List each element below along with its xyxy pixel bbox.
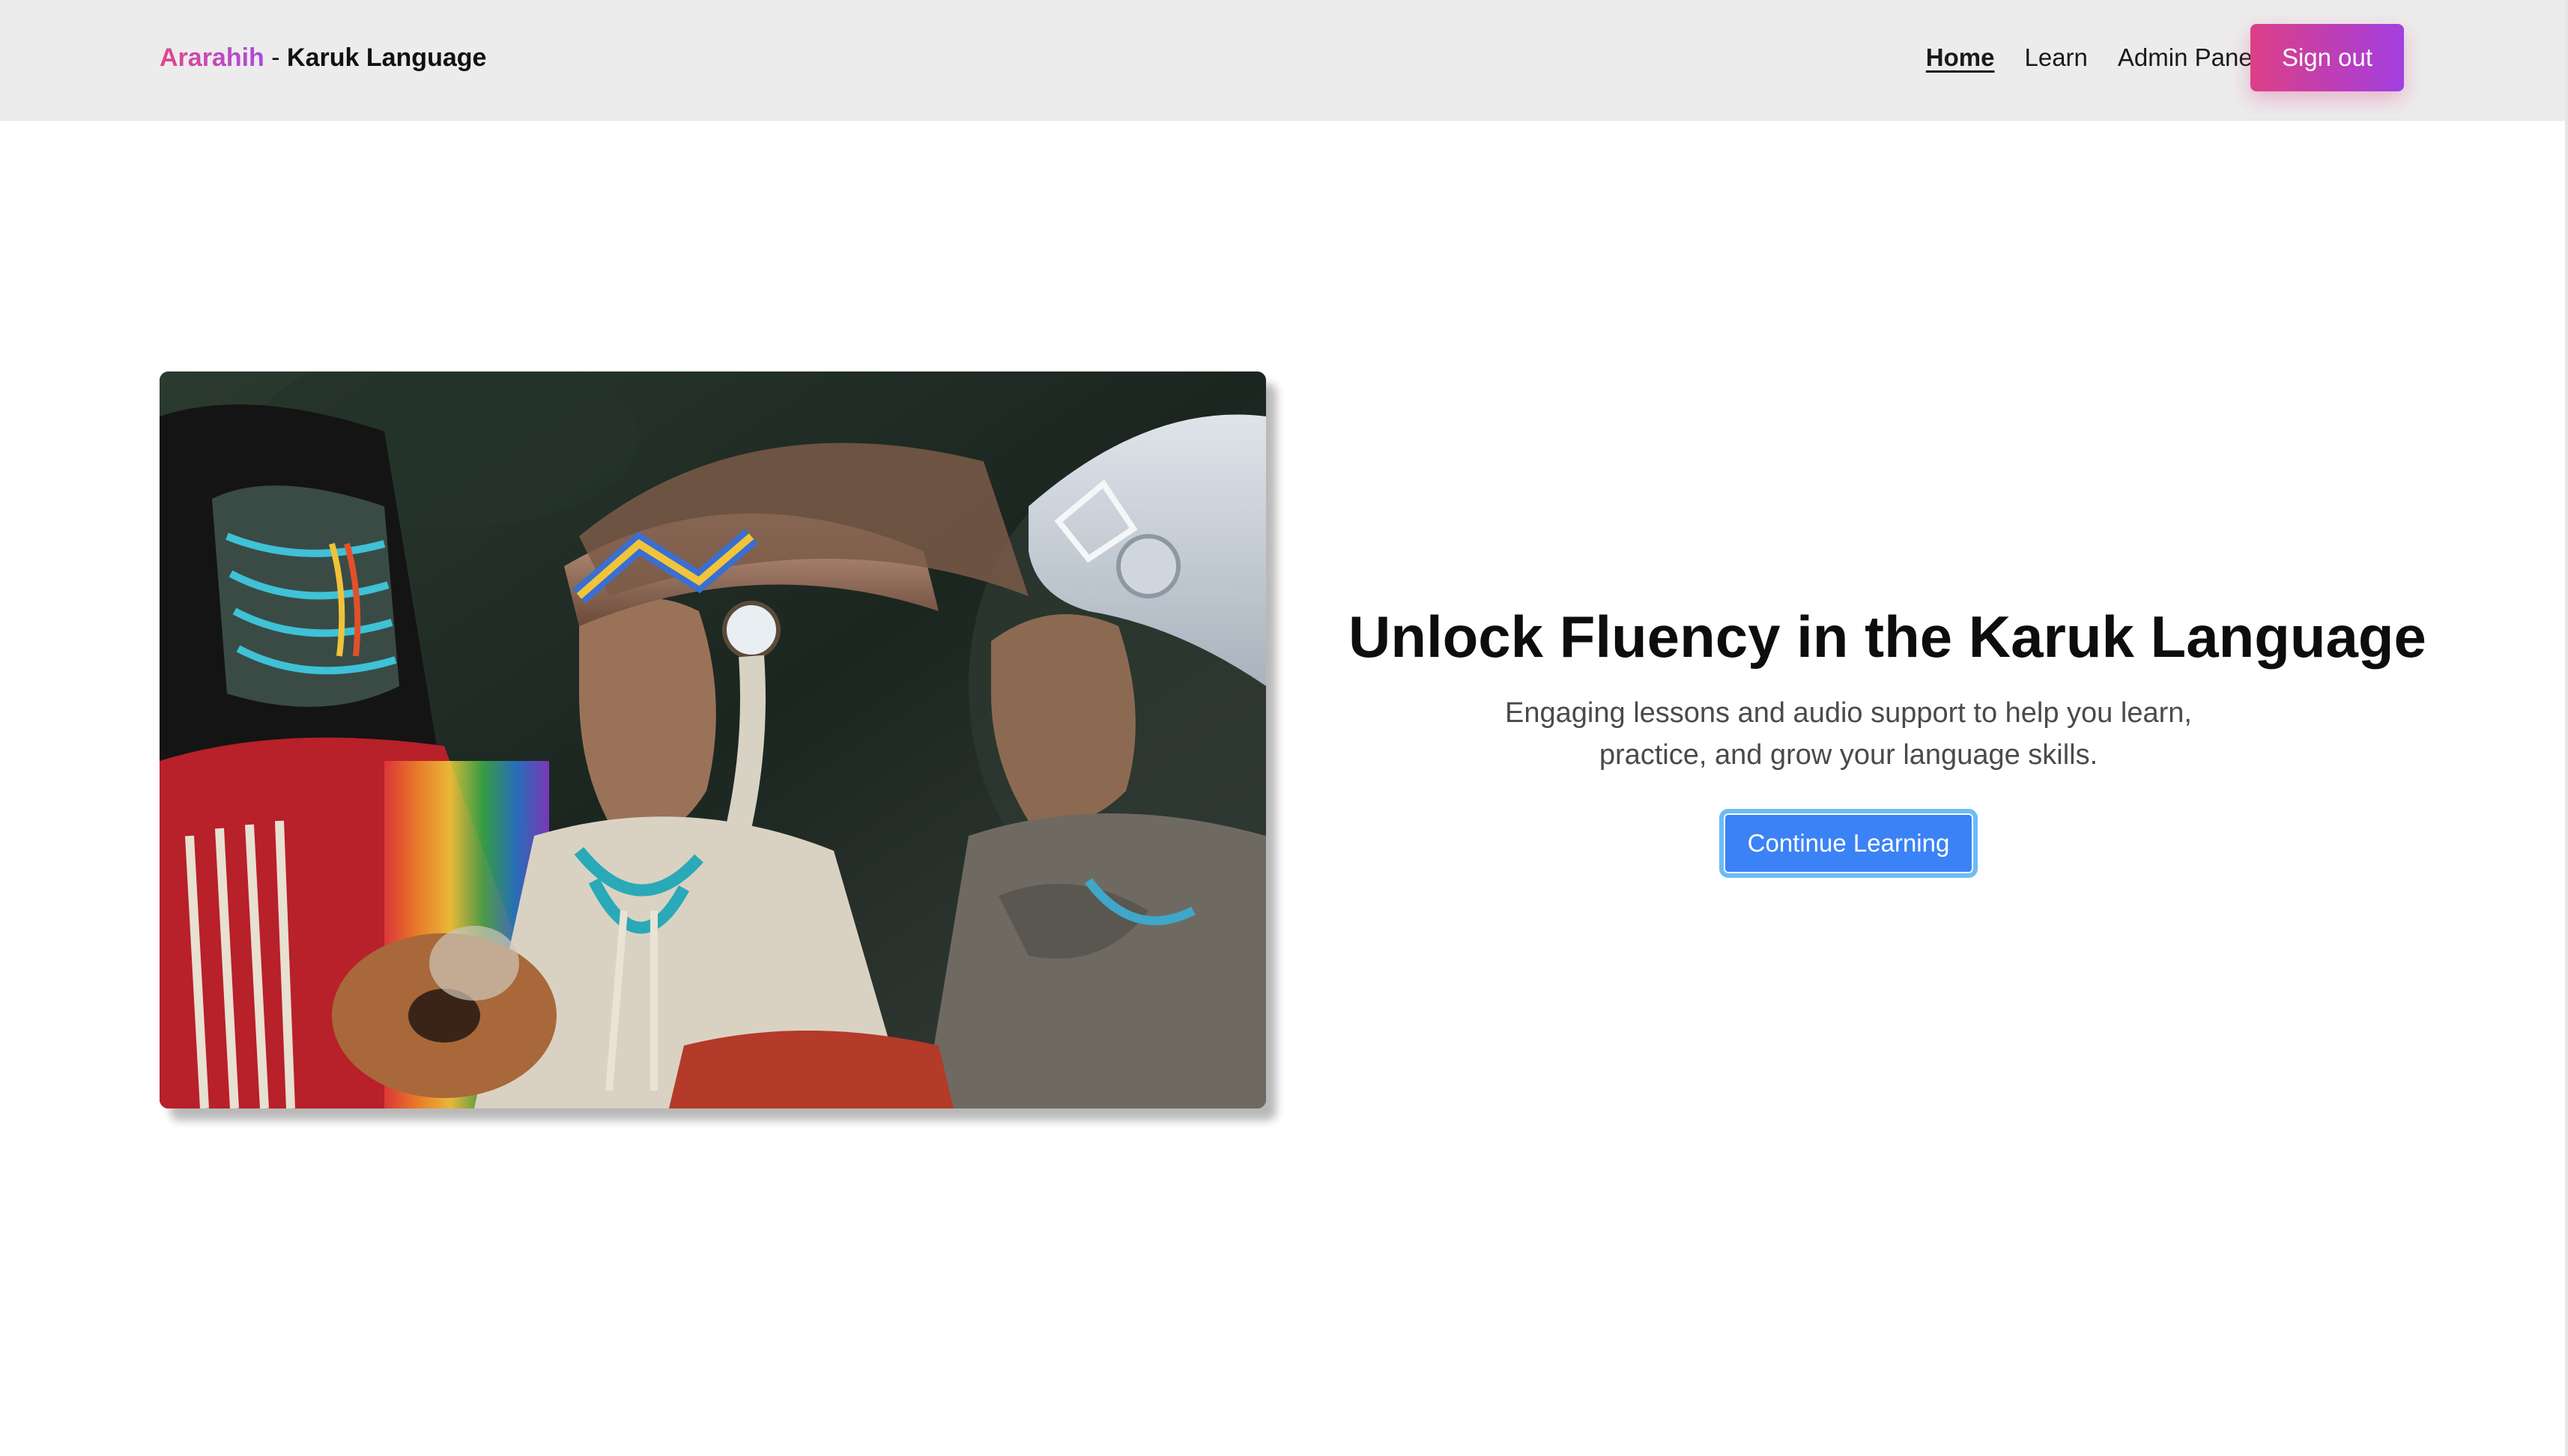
continue-learning-button[interactable]: Continue Learning	[1718, 809, 1978, 878]
hero-title: Unlock Fluency in the Karuk Language	[1348, 604, 2426, 670]
brand-title: Karuk Language	[287, 43, 487, 72]
cta-wrap: Continue Learning	[1348, 809, 2349, 878]
scrollbar-track[interactable]	[2565, 0, 2568, 1456]
page: Ararahih - Karuk Language Home Learn Adm…	[0, 0, 2568, 1456]
hero-text: Unlock Fluency in the Karuk Language Eng…	[1348, 592, 2426, 878]
sign-out-button[interactable]: Sign out	[2250, 24, 2404, 91]
hero-subtitle: Engaging lessons and audio support to he…	[1505, 697, 2192, 771]
nav-link-learn[interactable]: Learn	[2024, 39, 2087, 76]
navbar: Ararahih - Karuk Language Home Learn Adm…	[0, 0, 2565, 121]
nav-link-admin-panel[interactable]: Admin Panel	[2118, 39, 2258, 76]
brand-accent-text: Ararahih	[160, 43, 264, 72]
nav-link-home[interactable]: Home	[1926, 39, 1995, 76]
hero-image	[160, 371, 1266, 1108]
brand-logo[interactable]: Ararahih - Karuk Language	[160, 39, 486, 76]
hero-photo	[160, 371, 1266, 1108]
brand-separator: -	[264, 43, 288, 72]
